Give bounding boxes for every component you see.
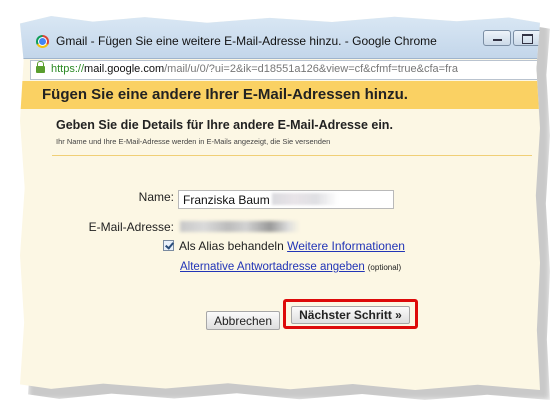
url-text: https://mail.google.com/mail/u/0/?ui=2&i… — [51, 63, 458, 75]
lock-icon — [36, 61, 45, 73]
maximize-button[interactable] — [513, 30, 540, 46]
dialog-subtext: Ihr Name und Ihre E-Mail-Adresse werden … — [56, 137, 331, 146]
optional-text: (optional) — [367, 263, 402, 272]
more-info-link[interactable]: Weitere Informationen — [287, 239, 405, 253]
email-redaction — [180, 221, 300, 232]
dialog-subheading: Geben Sie die Details für Ihre andere E-… — [56, 118, 393, 132]
alt-reply-row: Alternative Antwortadresse angeben (optio… — [180, 261, 401, 273]
browser-window: Gmail - Fügen Sie eine weitere E-Mail-Ad… — [20, 16, 540, 390]
name-label: Name: — [138, 190, 174, 204]
chrome-icon — [36, 35, 49, 48]
dialog-header: Fügen Sie eine andere Ihrer E-Mail-Adres… — [20, 81, 540, 109]
dialog-heading: Fügen Sie eine andere Ihrer E-Mail-Adres… — [42, 86, 408, 103]
name-redaction — [272, 193, 338, 205]
window-title: Gmail - Fügen Sie eine weitere E-Mail-Ad… — [56, 34, 437, 48]
address-bar[interactable]: https://mail.google.com/mail/u/0/?ui=2&i… — [30, 60, 540, 80]
url-host: mail.google.com — [84, 63, 165, 75]
alias-row: Als Alias behandeln Weitere Informatione… — [179, 239, 405, 253]
minimize-button[interactable] — [483, 30, 511, 46]
divider — [52, 155, 532, 156]
title-bar: Gmail - Fügen Sie eine weitere E-Mail-Ad… — [20, 16, 540, 59]
cancel-button[interactable]: Abbrechen — [206, 311, 280, 330]
url-path: /mail/u/0/?ui=2&ik=d18551a126&view=cf&cf… — [164, 63, 458, 75]
next-step-button[interactable]: Nächster Schritt » — [291, 306, 410, 324]
alt-reply-link[interactable]: Alternative Antwortadresse angeben — [180, 261, 365, 273]
email-label: E-Mail-Adresse: — [88, 220, 174, 234]
dialog-body: Geben Sie die Details für Ihre andere E-… — [20, 109, 540, 390]
alias-label: Als Alias behandeln — [179, 239, 284, 253]
alias-checkbox[interactable] — [163, 240, 174, 251]
url-scheme: https:// — [51, 63, 85, 75]
